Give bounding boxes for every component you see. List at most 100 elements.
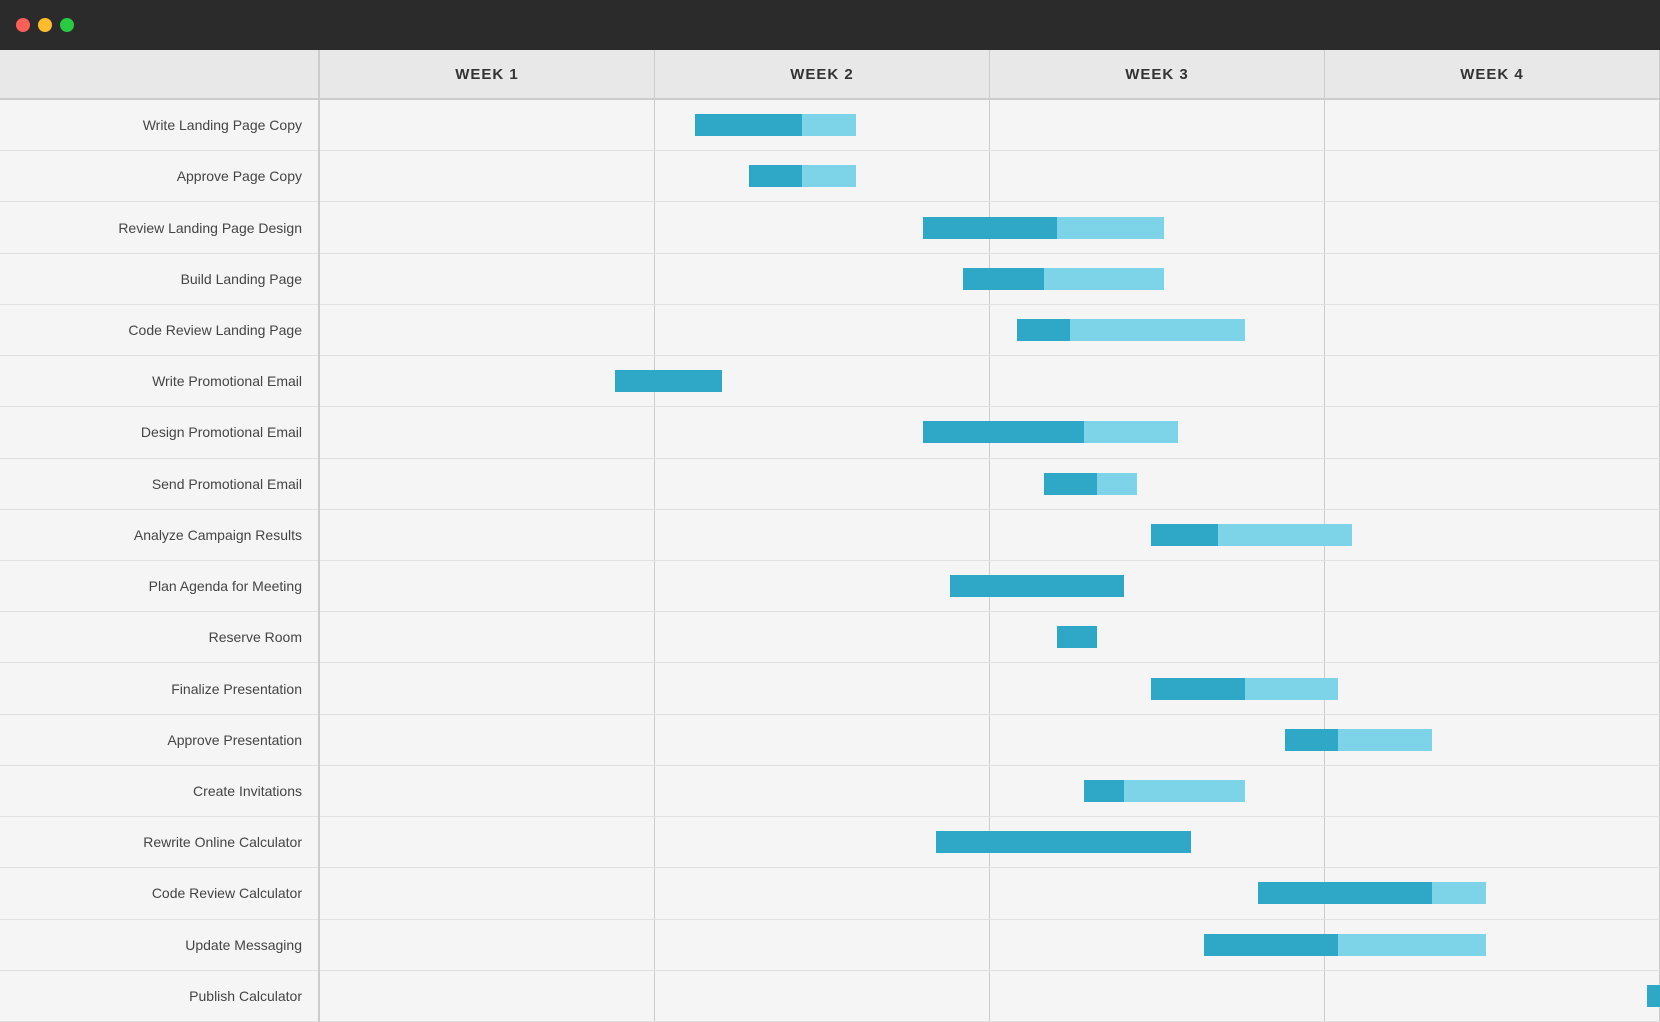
task-label-10: Reserve Room [0, 612, 318, 663]
bar-group-5 [615, 370, 722, 392]
gantt-row-14 [320, 817, 1660, 868]
bar-group-9 [950, 575, 1124, 597]
close-button[interactable] [16, 18, 30, 32]
task-label-11: Finalize Presentation [0, 663, 318, 714]
task-label-1: Approve Page Copy [0, 151, 318, 202]
gantt-row-12 [320, 715, 1660, 766]
chart-container: WEEK 1WEEK 2WEEK 3WEEK 4 Write Landing P… [0, 50, 1660, 1022]
gantt-row-10 [320, 612, 1660, 663]
gantt-row-5 [320, 356, 1660, 407]
task-label-3: Build Landing Page [0, 254, 318, 305]
bar-group-10 [1057, 626, 1097, 648]
task-label-13: Create Invitations [0, 766, 318, 817]
bar-group-2 [923, 217, 1164, 239]
bar-dark-2 [923, 217, 1057, 239]
task-label-14: Rewrite Online Calculator [0, 817, 318, 868]
task-label-6: Design Promotional Email [0, 407, 318, 458]
chart-body: Write Landing Page CopyApprove Page Copy… [0, 100, 1660, 1022]
gantt-row-17 [320, 971, 1660, 1022]
task-label-9: Plan Agenda for Meeting [0, 561, 318, 612]
bar-group-0 [695, 114, 856, 136]
bar-dark-15 [1258, 882, 1432, 904]
maximize-button[interactable] [60, 18, 74, 32]
gantt-row-15 [320, 868, 1660, 919]
bar-group-7 [1044, 473, 1138, 495]
bar-dark-8 [1151, 524, 1218, 546]
bar-light-13 [1124, 780, 1245, 802]
bar-dark-4 [1017, 319, 1071, 341]
gantt-row-2 [320, 202, 1660, 253]
bar-dark-17 [1647, 985, 1660, 1007]
week-header-2: WEEK 2 [655, 50, 990, 98]
gantt-row-16 [320, 920, 1660, 971]
bar-group-16 [1204, 934, 1485, 956]
gantt-rows [320, 100, 1660, 1022]
task-label-header [0, 50, 320, 98]
gantt-row-8 [320, 510, 1660, 561]
bar-dark-9 [950, 575, 1124, 597]
gantt-row-4 [320, 305, 1660, 356]
weeks-area: WEEK 1WEEK 2WEEK 3WEEK 4 [320, 50, 1660, 98]
task-label-16: Update Messaging [0, 920, 318, 971]
bar-dark-3 [963, 268, 1043, 290]
bar-group-13 [1084, 780, 1245, 802]
bar-light-11 [1245, 678, 1339, 700]
bar-dark-6 [923, 421, 1084, 443]
bar-group-8 [1151, 524, 1352, 546]
gantt-row-13 [320, 766, 1660, 817]
week-header: WEEK 1WEEK 2WEEK 3WEEK 4 [0, 50, 1660, 100]
bar-light-16 [1338, 934, 1485, 956]
task-label-5: Write Promotional Email [0, 356, 318, 407]
task-label-17: Publish Calculator [0, 971, 318, 1022]
task-label-2: Review Landing Page Design [0, 202, 318, 253]
gantt-row-3 [320, 254, 1660, 305]
bar-dark-7 [1044, 473, 1098, 495]
bar-dark-16 [1204, 934, 1338, 956]
bar-group-14 [936, 831, 1191, 853]
bar-light-15 [1432, 882, 1486, 904]
bar-group-17 [1647, 985, 1660, 1007]
bar-group-6 [923, 421, 1178, 443]
week-header-4: WEEK 4 [1325, 50, 1660, 98]
gantt-row-9 [320, 561, 1660, 612]
bar-light-8 [1218, 524, 1352, 546]
bar-dark-0 [695, 114, 802, 136]
bar-light-6 [1084, 421, 1178, 443]
minimize-button[interactable] [38, 18, 52, 32]
gantt-row-11 [320, 663, 1660, 714]
bar-dark-11 [1151, 678, 1245, 700]
bar-group-12 [1285, 729, 1432, 751]
bar-light-1 [802, 165, 856, 187]
task-label-8: Analyze Campaign Results [0, 510, 318, 561]
bar-group-1 [749, 165, 856, 187]
bar-group-3 [963, 268, 1164, 290]
title-bar [0, 0, 1660, 50]
task-label-15: Code Review Calculator [0, 868, 318, 919]
bar-light-3 [1044, 268, 1165, 290]
task-labels: Write Landing Page CopyApprove Page Copy… [0, 100, 320, 1022]
gantt-row-7 [320, 459, 1660, 510]
gantt-row-0 [320, 100, 1660, 151]
task-label-4: Code Review Landing Page [0, 305, 318, 356]
bar-light-12 [1338, 729, 1432, 751]
bar-group-4 [1017, 319, 1245, 341]
task-label-7: Send Promotional Email [0, 459, 318, 510]
gantt-row-6 [320, 407, 1660, 458]
bar-dark-1 [749, 165, 803, 187]
bar-dark-5 [615, 370, 722, 392]
week-header-1: WEEK 1 [320, 50, 655, 98]
task-label-12: Approve Presentation [0, 715, 318, 766]
bar-light-4 [1070, 319, 1244, 341]
bar-light-7 [1097, 473, 1137, 495]
bar-light-0 [802, 114, 856, 136]
week-header-3: WEEK 3 [990, 50, 1325, 98]
gantt-row-1 [320, 151, 1660, 202]
bar-group-11 [1151, 678, 1339, 700]
bar-group-15 [1258, 882, 1486, 904]
gantt-area [320, 100, 1660, 1022]
bar-light-2 [1057, 217, 1164, 239]
task-label-0: Write Landing Page Copy [0, 100, 318, 151]
bar-dark-13 [1084, 780, 1124, 802]
bar-dark-14 [936, 831, 1191, 853]
bar-dark-10 [1057, 626, 1097, 648]
